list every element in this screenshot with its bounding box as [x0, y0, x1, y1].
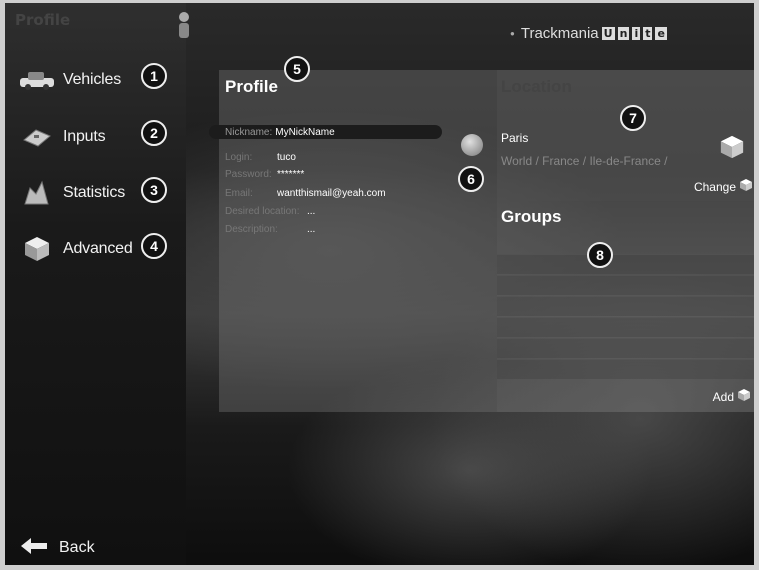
- group-row[interactable]: [497, 359, 759, 379]
- menu-label-statistics: Statistics: [63, 184, 126, 201]
- location-title: Location: [501, 77, 572, 96]
- input-device-icon: [19, 124, 55, 150]
- back-arrow-icon: [19, 536, 49, 560]
- callout-badge-4: 4: [141, 233, 167, 259]
- login-field[interactable]: Login: tuco: [225, 152, 296, 163]
- menu-item-advanced[interactable]: Advanced: [19, 234, 133, 264]
- logo-letter: t: [643, 27, 653, 40]
- callout-badge-7: 7: [620, 105, 646, 131]
- password-field[interactable]: Password: *******: [225, 169, 304, 180]
- add-group-button[interactable]: Add: [713, 388, 751, 405]
- user-icon: [177, 10, 191, 40]
- cube-icon: [19, 236, 55, 262]
- trackmania-logo: ● Trackmania Unite: [510, 25, 667, 42]
- field-value: tuco: [277, 152, 296, 163]
- back-button[interactable]: Back: [19, 536, 95, 560]
- logo-text: Trackmania: [520, 25, 599, 42]
- cube-icon: [739, 178, 753, 195]
- logo-letter: e: [655, 27, 667, 40]
- menu-item-statistics[interactable]: Statistics: [19, 178, 125, 208]
- nickname-field[interactable]: Nickname: MyNickName: [209, 125, 442, 139]
- callout-badge-6: 6: [458, 166, 484, 192]
- callout-badge-2: 2: [141, 120, 167, 146]
- groups-panel: Groups Add: [497, 201, 759, 412]
- nickname-value: MyNickName: [275, 126, 335, 138]
- field-key: Login:: [225, 152, 253, 163]
- logo-letter: U: [601, 27, 615, 40]
- screen-title: Profile: [15, 11, 71, 29]
- back-label: Back: [59, 539, 95, 556]
- location-city: Paris: [501, 131, 529, 145]
- change-label: Change: [693, 179, 736, 194]
- car-icon: [19, 67, 55, 93]
- logo-letter: n: [617, 27, 630, 40]
- change-location-button[interactable]: Change: [694, 178, 753, 195]
- callout-badge-3: 3: [141, 177, 167, 203]
- cube-icon: [737, 388, 751, 405]
- field-value: ...: [307, 206, 316, 217]
- desired-location-field[interactable]: Desired location: ...: [225, 206, 315, 217]
- field-key: Password:: [225, 169, 272, 180]
- field-value: wantthismail@yeah.com: [277, 188, 386, 199]
- callout-badge-1: 1: [141, 63, 167, 89]
- profile-title: Profile: [225, 77, 278, 96]
- menu-item-inputs[interactable]: Inputs: [19, 122, 106, 152]
- field-key: Description:: [225, 224, 278, 235]
- field-value: ...: [307, 224, 316, 235]
- group-row[interactable]: [497, 254, 759, 274]
- refresh-icon[interactable]: [461, 134, 483, 156]
- menu-label-inputs: Inputs: [63, 128, 106, 145]
- location-panel: Location Paris World / France / Ile-de-F…: [497, 70, 759, 201]
- callout-badge-8: 8: [587, 242, 613, 268]
- statistics-icon: [19, 180, 55, 206]
- description-field[interactable]: Description: ...: [225, 224, 315, 235]
- menu-label-advanced: Advanced: [63, 240, 133, 257]
- email-field[interactable]: Email: wantthismail@yeah.com: [225, 188, 386, 199]
- group-row[interactable]: [497, 296, 759, 316]
- group-row[interactable]: [497, 275, 759, 295]
- menu-label-vehicles: Vehicles: [63, 71, 121, 88]
- groups-title: Groups: [501, 207, 562, 226]
- field-key: Desired location:: [225, 206, 300, 217]
- menu-item-vehicles[interactable]: Vehicles: [19, 65, 121, 95]
- callout-badge-5: 5: [284, 56, 310, 82]
- logo-letter: i: [632, 27, 641, 40]
- group-row[interactable]: [497, 317, 759, 337]
- location-path: World / France / Ile-de-France /: [501, 154, 668, 168]
- add-label: Add: [712, 389, 734, 404]
- nickname-key: Nickname:: [225, 126, 273, 138]
- field-value: *******: [277, 169, 305, 180]
- location-cube-icon[interactable]: [719, 134, 745, 160]
- profile-panel: Profile Nickname: MyNickName Login: tuco…: [209, 70, 497, 412]
- field-key: Email:: [225, 188, 253, 199]
- group-row[interactable]: [497, 338, 759, 358]
